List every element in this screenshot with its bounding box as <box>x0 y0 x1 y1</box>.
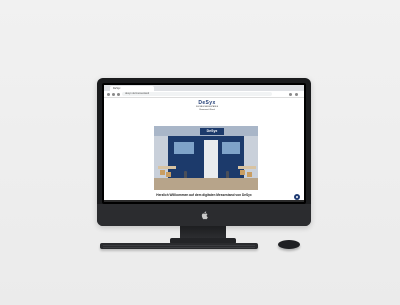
screen-bezel: DeSyx desyx.de/messestand DeSyx DIGITALE… <box>102 83 306 204</box>
site-logo[interactable]: DeSyx DIGITALE MESSESTÄNDE Showroom & St… <box>192 100 222 111</box>
key-row <box>103 246 255 248</box>
stand-neck <box>180 226 226 238</box>
booth-center-column <box>204 140 218 178</box>
taskbar <box>104 200 304 202</box>
chat-icon-dot <box>296 196 298 198</box>
booth-shelf <box>238 166 256 169</box>
booth-box <box>160 170 165 175</box>
browser-window: DeSyx desyx.de/messestand DeSyx DIGITALE… <box>104 85 304 202</box>
key-row <box>103 244 255 246</box>
booth-sign: DeSyx <box>200 128 224 135</box>
booth-box <box>240 170 245 175</box>
booth-display-left <box>174 142 194 154</box>
booth-floor <box>154 178 258 190</box>
address-bar-row: desyx.de/messestand <box>104 91 304 98</box>
booth-shelf <box>158 166 176 169</box>
welcome-heading: Herzlich Willkommen auf dem digitalen Me… <box>156 193 252 197</box>
menu-icon[interactable] <box>295 92 298 96</box>
desk-scene: DeSyx desyx.de/messestand DeSyx DIGITALE… <box>0 0 400 305</box>
booth-display-right <box>222 142 240 154</box>
imac-monitor: DeSyx desyx.de/messestand DeSyx DIGITALE… <box>97 78 311 226</box>
mouse <box>278 240 300 249</box>
extensions-icon[interactable] <box>289 92 292 96</box>
booth-image[interactable]: DeSyx <box>154 126 258 190</box>
booth-box <box>247 172 252 177</box>
forward-icon[interactable] <box>112 92 115 96</box>
back-icon[interactable] <box>107 92 110 96</box>
reload-icon[interactable] <box>117 92 120 96</box>
url-field[interactable]: desyx.de/messestand <box>122 92 272 96</box>
logo-subline: Showroom & Stand <box>199 108 215 111</box>
apple-logo-icon <box>201 211 208 220</box>
keyboard <box>100 243 258 249</box>
booth-box <box>166 172 171 177</box>
